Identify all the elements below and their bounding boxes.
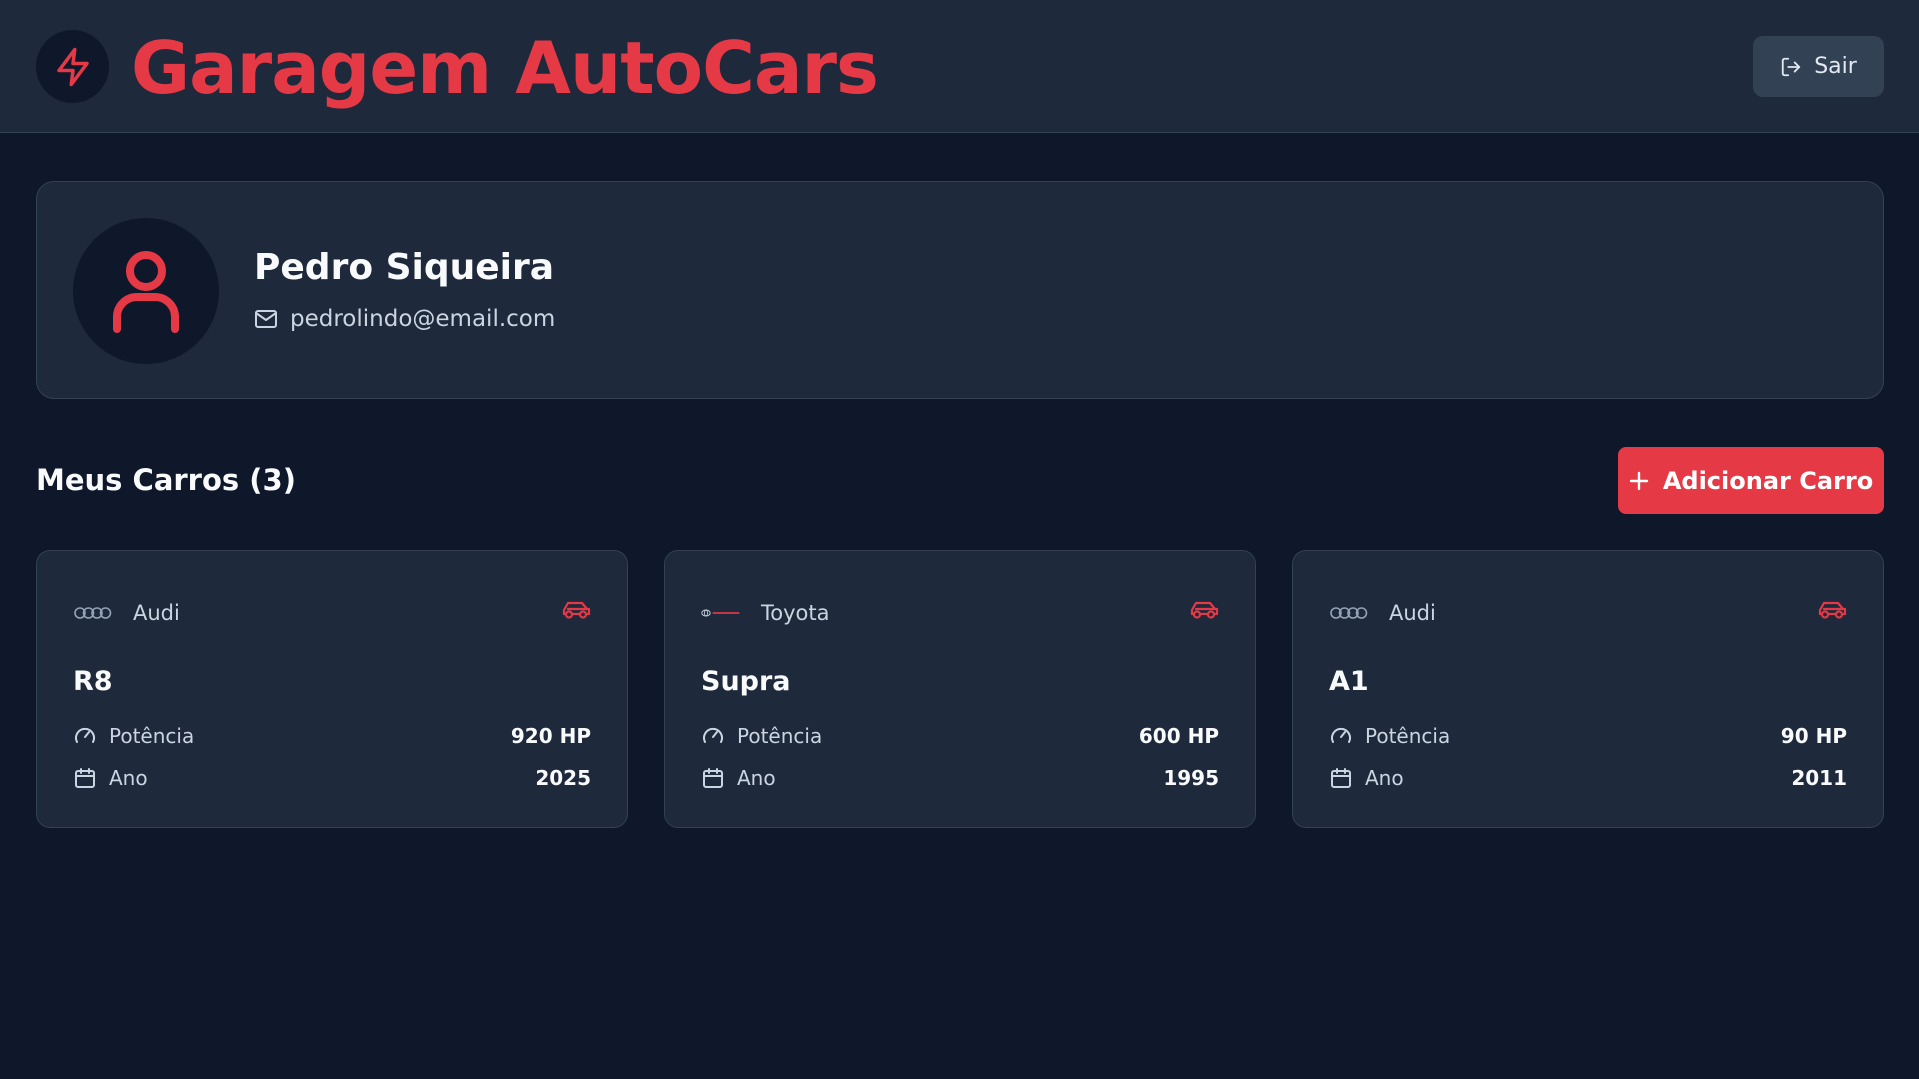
avatar bbox=[73, 218, 219, 364]
logout-button[interactable]: Sair bbox=[1753, 36, 1884, 97]
gauge-icon bbox=[1331, 727, 1351, 743]
car-card[interactable]: Audi A1 Potência 90 HP Ano 2011 bbox=[1292, 550, 1884, 828]
spec-power-row: Potência 600 HP bbox=[701, 724, 1219, 748]
power-label: Potência bbox=[737, 724, 823, 748]
mail-icon bbox=[255, 310, 277, 328]
user-email: pedrolindo@email.com bbox=[290, 306, 556, 332]
spec-year-row: Ano 1995 bbox=[701, 766, 1219, 790]
user-icon bbox=[113, 251, 179, 333]
audi-rings-logo bbox=[73, 606, 113, 620]
brand-row: Toyota bbox=[701, 601, 830, 625]
spec-year-row: Ano 2011 bbox=[1329, 766, 1847, 790]
bolt-icon bbox=[56, 47, 89, 86]
year-value: 1995 bbox=[1163, 766, 1219, 790]
year-label: Ano bbox=[737, 766, 776, 790]
car-brand: Toyota bbox=[761, 601, 830, 625]
car-model: A1 bbox=[1329, 666, 1369, 697]
car-model: Supra bbox=[701, 666, 791, 697]
profile-card: Pedro Siqueira pedrolindo@email.com bbox=[36, 181, 1884, 399]
logout-label: Sair bbox=[1814, 54, 1857, 79]
spec-power-row: Potência 920 HP bbox=[73, 724, 591, 748]
add-car-label: Adicionar Carro bbox=[1662, 466, 1874, 495]
power-value: 920 HP bbox=[510, 724, 591, 748]
power-value: 90 HP bbox=[1780, 724, 1847, 748]
calendar-icon bbox=[75, 768, 95, 788]
car-model: R8 bbox=[73, 666, 113, 697]
car-brand: Audi bbox=[133, 601, 180, 625]
plus-icon bbox=[1629, 471, 1649, 490]
brand-row: Audi bbox=[1329, 601, 1436, 625]
spec-year-row: Ano 2025 bbox=[73, 766, 591, 790]
power-value: 600 HP bbox=[1138, 724, 1219, 748]
car-brand: Audi bbox=[1389, 601, 1436, 625]
car-card[interactable]: Audi R8 Potência 920 HP Ano 2025 bbox=[36, 550, 628, 828]
gauge-icon bbox=[703, 727, 723, 743]
toyota-logo bbox=[701, 606, 741, 620]
add-car-button[interactable]: Adicionar Carro bbox=[1618, 447, 1884, 514]
car-card[interactable]: Toyota Supra Potência 600 HP Ano 1995 bbox=[664, 550, 1256, 828]
car-icon[interactable] bbox=[1817, 599, 1847, 621]
year-value: 2025 bbox=[535, 766, 591, 790]
audi-rings-logo bbox=[1329, 606, 1369, 620]
year-label: Ano bbox=[1365, 766, 1404, 790]
logout-icon bbox=[1782, 57, 1801, 76]
spec-power-row: Potência 90 HP bbox=[1329, 724, 1847, 748]
gauge-icon bbox=[75, 727, 95, 743]
calendar-icon bbox=[703, 768, 723, 788]
logo bbox=[36, 30, 109, 103]
car-icon[interactable] bbox=[561, 599, 591, 621]
user-email-row: pedrolindo@email.com bbox=[254, 306, 555, 332]
power-label: Potência bbox=[109, 724, 195, 748]
year-value: 2011 bbox=[1791, 766, 1847, 790]
power-label: Potência bbox=[1365, 724, 1451, 748]
brand-row: Audi bbox=[73, 601, 180, 625]
cars-section-title: Meus Carros (3) bbox=[36, 463, 296, 497]
app-header: Garagem AutoCars Sair bbox=[0, 0, 1919, 133]
app-title: Garagem AutoCars bbox=[131, 26, 879, 110]
year-label: Ano bbox=[109, 766, 148, 790]
calendar-icon bbox=[1331, 768, 1351, 788]
user-name: Pedro Siqueira bbox=[254, 247, 555, 288]
car-icon[interactable] bbox=[1189, 599, 1219, 621]
